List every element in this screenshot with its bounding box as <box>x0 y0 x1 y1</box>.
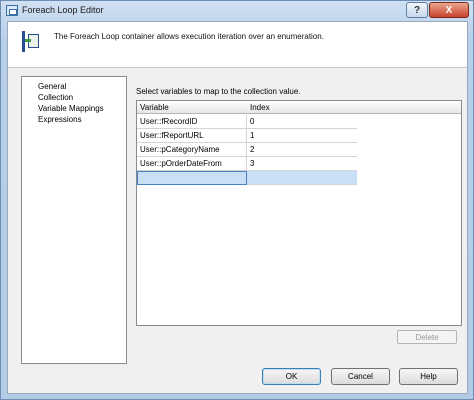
new-row[interactable] <box>137 171 357 185</box>
variable-mappings-grid: Variable Index User::fRecordID 0 User::f… <box>136 100 462 326</box>
table-row[interactable]: User::pOrderDateFrom 3 <box>137 157 357 171</box>
index-cell[interactable]: 1 <box>247 129 357 143</box>
index-cell[interactable]: 3 <box>247 157 357 171</box>
dialog-body: The Foreach Loop container allows execut… <box>7 21 468 394</box>
cancel-button[interactable]: Cancel <box>331 368 390 385</box>
table-row[interactable]: User::fReportURL 1 <box>137 129 357 143</box>
delete-button[interactable]: Delete <box>397 330 457 344</box>
new-variable-cell[interactable] <box>137 171 247 185</box>
variable-cell[interactable]: User::pCategoryName <box>137 143 247 157</box>
nav-pane: General Collection Variable Mappings Exp… <box>21 76 127 364</box>
close-icon[interactable]: X <box>429 2 469 18</box>
column-header-index[interactable]: Index <box>250 103 270 112</box>
variable-cell[interactable]: User::fRecordID <box>137 115 247 129</box>
header-divider <box>8 67 467 68</box>
table-row[interactable]: User::fRecordID 0 <box>137 115 357 129</box>
help-button[interactable]: Help <box>399 368 458 385</box>
new-index-cell[interactable] <box>247 171 357 185</box>
header-description: The Foreach Loop container allows execut… <box>54 32 324 41</box>
table-row[interactable]: User::pCategoryName 2 <box>137 143 357 157</box>
window-icon <box>6 5 18 16</box>
index-cell[interactable]: 0 <box>247 115 357 129</box>
title-bar[interactable]: Foreach Loop Editor ? X <box>1 1 473 21</box>
variable-cell[interactable]: User::fReportURL <box>137 129 247 143</box>
header-band: The Foreach Loop container allows execut… <box>8 22 467 67</box>
column-header-variable[interactable]: Variable <box>140 103 169 112</box>
foreach-loop-editor-window: Foreach Loop Editor ? X The Foreach Loop… <box>0 0 474 400</box>
nav-item-general[interactable]: General <box>22 81 126 92</box>
foreach-container-icon <box>22 31 40 52</box>
window-controls: ? X <box>405 2 469 18</box>
window-title: Foreach Loop Editor <box>22 5 104 15</box>
ok-button[interactable]: OK <box>262 368 321 385</box>
help-icon[interactable]: ? <box>406 2 428 18</box>
index-cell[interactable]: 2 <box>247 143 357 157</box>
nav-item-collection[interactable]: Collection <box>22 92 126 103</box>
nav-item-expressions[interactable]: Expressions <box>22 114 126 125</box>
grid-header: Variable Index <box>137 101 461 114</box>
mapping-instructions: Select variables to map to the collectio… <box>136 87 301 96</box>
nav-item-variable-mappings[interactable]: Variable Mappings <box>22 103 126 114</box>
variable-cell[interactable]: User::pOrderDateFrom <box>137 157 247 171</box>
